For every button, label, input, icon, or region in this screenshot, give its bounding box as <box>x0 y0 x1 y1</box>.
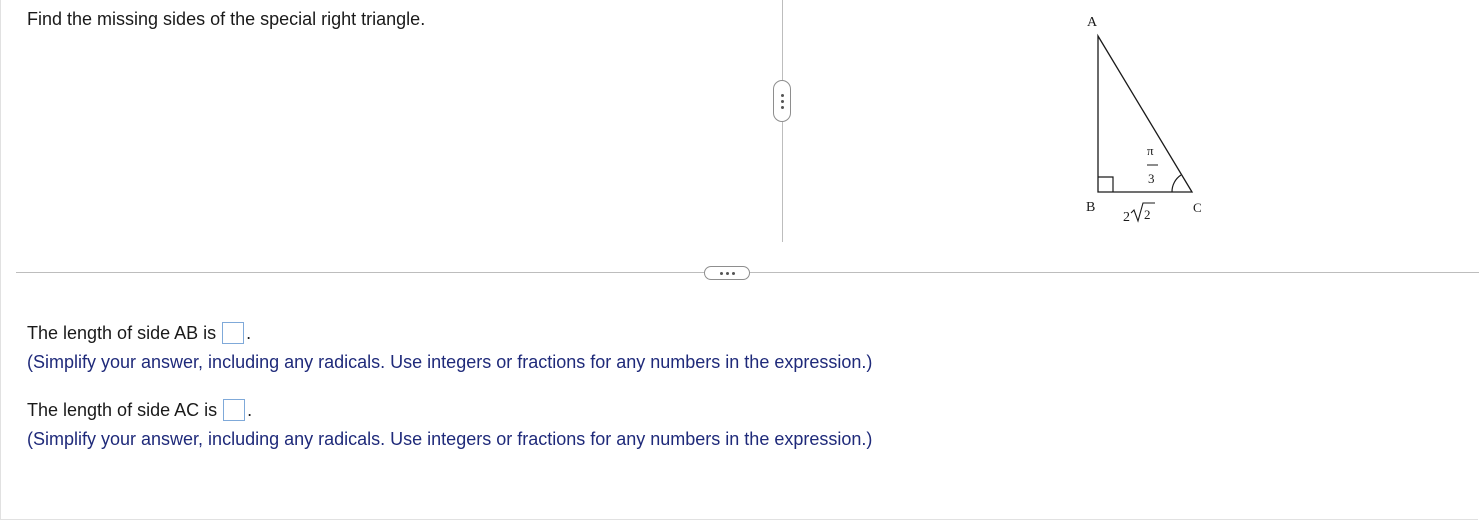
horizontal-resize-handle[interactable] <box>704 266 750 280</box>
answer-ac-input[interactable] <box>223 399 246 421</box>
handle-dot-icon <box>780 93 784 97</box>
answer-line-ab: The length of side AB is . <box>27 322 251 344</box>
handle-dot-icon <box>725 271 729 275</box>
handle-dot-icon <box>719 271 723 275</box>
answer-ab-instruction: (Simplify your answer, including any rad… <box>27 352 873 372</box>
handle-dot-icon <box>780 99 784 103</box>
question-prompt: Find the missing sides of the special ri… <box>27 9 426 29</box>
answer-ac-prefix: The length of side AC is <box>27 400 218 420</box>
answer-ac-instruction: (Simplify your answer, including any rad… <box>27 429 873 449</box>
handle-dot-icon <box>780 105 784 109</box>
answer-ab-suffix: . <box>246 323 252 343</box>
side-bc-coefficient: 2 <box>1123 210 1130 225</box>
radical-sign-icon <box>1130 202 1155 223</box>
side-bc-radicand: 2 <box>1144 207 1151 222</box>
triangle-shape <box>1097 33 1194 193</box>
angle-label-denominator: 3 <box>1148 171 1155 186</box>
vertical-resize-handle[interactable] <box>773 80 791 122</box>
answer-ab-prefix: The length of side AB is <box>27 323 217 343</box>
answer-ab-input[interactable] <box>222 322 245 344</box>
right-angle-marker <box>1098 176 1114 192</box>
answer-ac-suffix: . <box>247 400 253 420</box>
angle-label-numerator: π <box>1147 143 1154 158</box>
angle-arc-c <box>1171 174 1182 193</box>
vertex-label-a: A <box>1087 15 1098 30</box>
vertex-label-b: B <box>1086 200 1095 215</box>
answer-line-ac: The length of side AC is . <box>27 399 252 421</box>
question-panel: Find the missing sides of the special ri… <box>0 0 1479 520</box>
handle-dot-icon <box>731 271 735 275</box>
triangle-figure: A B C π 3 2 2 <box>1086 15 1202 225</box>
vertex-label-c: C <box>1193 200 1202 215</box>
